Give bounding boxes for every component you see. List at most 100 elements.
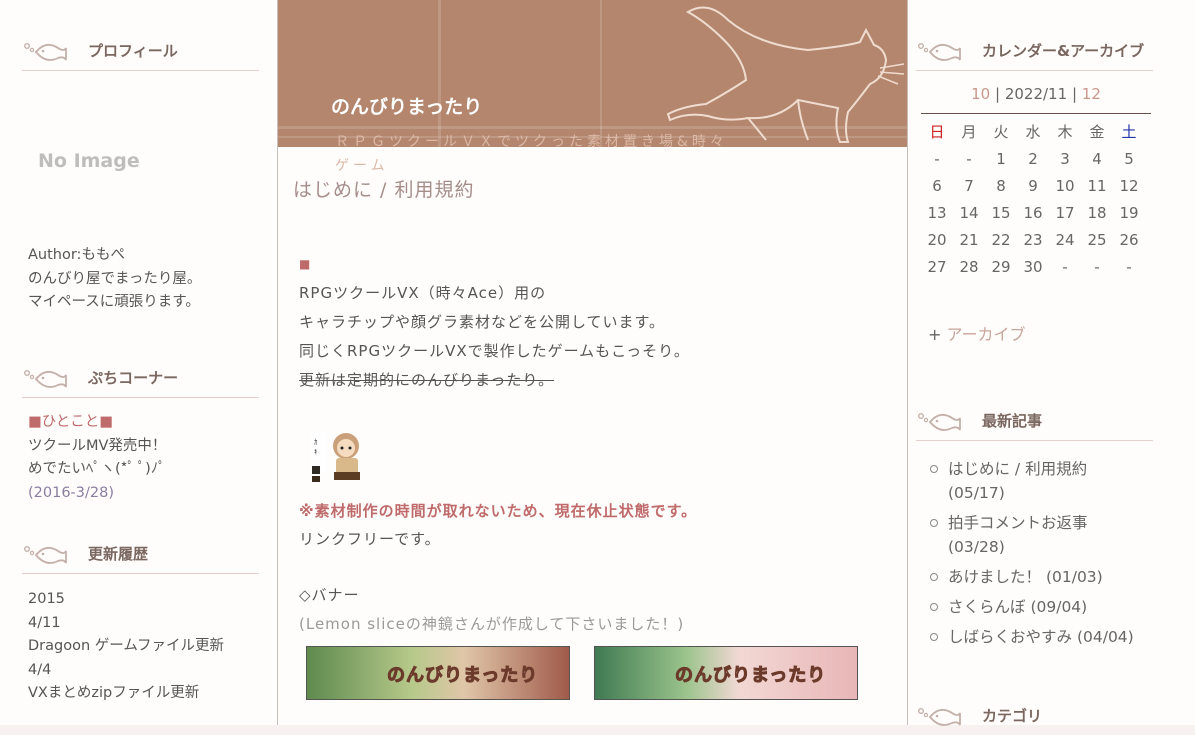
calendar-day: 18 [1087, 203, 1107, 222]
puchi-line-2: ツクールMV発売中！ [28, 437, 167, 454]
category-heading-text: カテゴリ [982, 706, 1043, 725]
calendar: 10 | 2022/11 | 12 日 月 火 水 木 金 土 - - 1 2 … [921, 85, 1151, 280]
profile-text: Author:ももぺ のんびり屋でまったり屋。 マイペースに頑張ります。 [28, 244, 201, 315]
calendar-week-row: 20 21 22 23 24 25 26 [921, 226, 1145, 253]
profile-heading-text: プロフィール [88, 41, 178, 60]
archive-label[interactable]: アーカイブ [947, 325, 1026, 344]
calendar-day: 27 [927, 257, 947, 276]
calendar-day: 6 [932, 176, 942, 195]
calendar-nav: 10 | 2022/11 | 12 [921, 85, 1151, 114]
weekday-tue: 火 [993, 123, 1009, 141]
calendar-heading-text: カレンダー&アーカイブ [982, 41, 1145, 60]
recent-post-date: (03/28) [948, 538, 1005, 556]
fish-icon [24, 545, 67, 564]
weekday-mon: 月 [961, 123, 977, 141]
calendar-week-row: 6 7 8 9 10 11 12 [921, 172, 1145, 199]
site-subtitle: ＲＰＧツクールＶＸでツクった素材置き場&時々ゲーム [335, 134, 728, 174]
profile-desc-1: のんびり屋でまったり屋。 [28, 270, 202, 287]
history-heading-text: 更新履歴 [88, 544, 149, 563]
history-line: 4/4 [28, 661, 52, 678]
recent-post-date: (05/17) [948, 484, 1005, 502]
recent-post-item[interactable]: あけました！ (01/03) [930, 565, 1134, 589]
history-line: 4/11 [28, 614, 61, 631]
calendar-day: 1 [996, 149, 1006, 168]
history-line: VXまとめzipファイル更新 [28, 685, 200, 701]
calendar-day: 30 [1023, 257, 1043, 276]
category-heading: カテゴリ [916, 695, 1153, 735]
puchi-heading: ぷちコーナー [22, 357, 259, 398]
svg-text:ｶ: ｶ [314, 438, 318, 446]
calendar-day: 14 [959, 203, 979, 222]
recent-post-item[interactable]: しばらくおやすみ (04/04) [930, 625, 1134, 649]
calendar-week-row: - - 1 2 3 4 5 [921, 145, 1145, 172]
calendar-weekday-row: 日 月 火 水 木 金 土 [921, 118, 1145, 145]
calendar-day: 25 [1087, 230, 1107, 249]
archive-toggle[interactable]: + アーカイブ [928, 321, 1026, 345]
recent-posts-list: はじめに / 利用規約 (05/17) 拍手コメントお返事 (03/28) あけ… [930, 457, 1134, 655]
banner-text: のんびりまったり [674, 665, 827, 687]
link-free-text: リンクフリーです。 [299, 530, 441, 548]
calendar-day: 28 [959, 257, 979, 276]
recent-post-item[interactable]: はじめに / 利用規約 (05/17) [930, 457, 1134, 505]
puchi-heading-text: ぷちコーナー [88, 368, 179, 387]
banner-image-1[interactable]: のんびりまったり [306, 646, 570, 700]
recent-post-title[interactable]: あけました！ [948, 568, 1041, 586]
calendar-day: 8 [996, 176, 1006, 195]
weekday-thu: 木 [1057, 123, 1073, 141]
post-line: 同じくRPGツクールVXで製作したゲームもこっそり。 [299, 342, 690, 360]
weekday-sat: 土 [1121, 123, 1137, 141]
calendar-day: 29 [991, 257, 1011, 276]
banner-credit: (Lemon sliceの神鏡さんが作成して下さいました！) [299, 615, 685, 633]
notice-text: ※素材制作の時間が取れないため、現在休止状態です。 [299, 502, 698, 520]
calendar-current-month: 2022/11 [1004, 85, 1068, 103]
calendar-day: 7 [964, 176, 974, 195]
calendar-day: 2 [1028, 149, 1038, 168]
cat-illustration [666, 6, 905, 143]
recent-post-title[interactable]: さくらんぼ [948, 598, 1026, 616]
calendar-day: 15 [991, 203, 1011, 222]
calendar-day: 9 [1028, 176, 1038, 195]
recent-post-title[interactable]: 拍手コメントお返事 [948, 514, 1088, 532]
recent-post-title[interactable]: はじめに / 利用規約 [948, 460, 1087, 478]
post-line-strikethrough: 更新は定期的にのんびりまったり。 [299, 371, 555, 389]
calendar-day: 22 [991, 230, 1011, 249]
calendar-day: 23 [1023, 230, 1043, 249]
weekday-wed: 水 [1025, 123, 1041, 141]
recent-post-item[interactable]: 拍手コメントお返事 (03/28) [930, 511, 1134, 559]
profile-desc-2: マイペースに頑張ります。 [28, 294, 200, 310]
calendar-day: - [966, 149, 972, 168]
banner-image-2[interactable]: のんびりまったり [594, 646, 858, 700]
history-line: 2015 [28, 591, 65, 607]
calendar-day: 12 [1119, 176, 1139, 195]
calendar-week-row: 27 28 29 30 - - - [921, 253, 1145, 280]
svg-text:ｷ: ｷ [314, 448, 318, 456]
site-header-banner[interactable]: のんびりまったり [278, 0, 907, 147]
profile-heading: プロフィール [22, 30, 259, 71]
post-title[interactable]: はじめに / 利用規約 [293, 175, 474, 202]
fish-icon [24, 42, 67, 61]
calendar-day: - [1062, 257, 1068, 276]
weekday-fri: 金 [1089, 123, 1105, 141]
calendar-prev-month[interactable]: 10 [971, 85, 990, 103]
fish-icon [918, 42, 961, 61]
site-title[interactable]: のんびりまったり [331, 92, 482, 119]
calendar-day: 10 [1055, 176, 1075, 195]
calendar-day: 19 [1119, 203, 1139, 222]
puchi-content: ■ひとこと■ ツクールMV発売中！ めでたいﾍﾟヽ(*ﾟ ﾟ)ﾉﾟ (2016-… [28, 411, 166, 505]
no-image-placeholder: No Image [38, 150, 140, 172]
calendar-next-month[interactable]: 12 [1082, 85, 1101, 103]
puchi-line-3: めでたいﾍﾟヽ(*ﾟ ﾟ)ﾉﾟ [28, 461, 166, 477]
calendar-day: 4 [1092, 149, 1102, 168]
calendar-heading: カレンダー&アーカイブ [916, 30, 1153, 71]
calendar-week-row: 13 14 15 16 17 18 19 [921, 199, 1145, 226]
fish-icon [24, 369, 67, 388]
post-line: RPGツクールVX（時々Ace）用の [299, 284, 547, 302]
calendar-day: 16 [1023, 203, 1043, 222]
recent-post-title[interactable]: しばらくおやすみ [948, 628, 1072, 646]
recent-post-date: (04/04) [1076, 628, 1134, 646]
history-heading: 更新履歴 [22, 533, 259, 574]
post-bullet: ■ [299, 257, 312, 271]
fish-icon [918, 412, 961, 431]
recent-post-item[interactable]: さくらんぼ (09/04) [930, 595, 1134, 619]
calendar-day: - [1126, 257, 1132, 276]
